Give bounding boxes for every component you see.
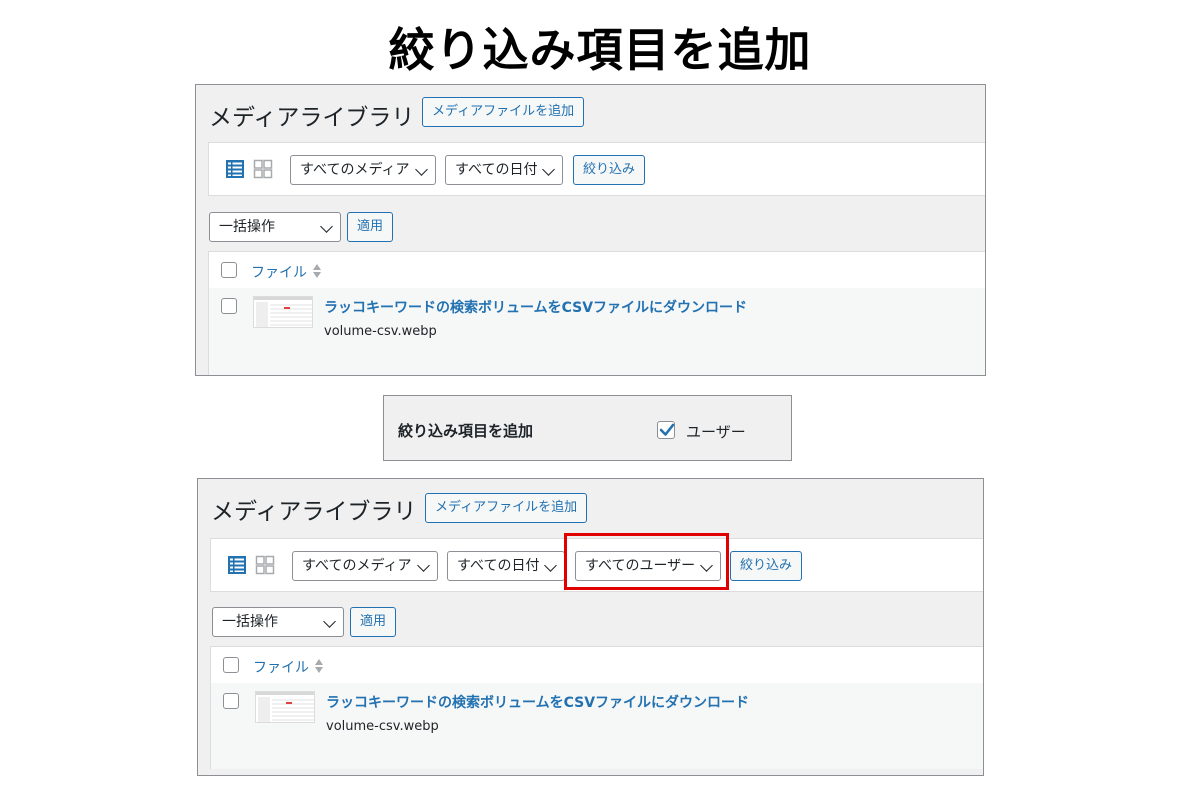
sort-icon[interactable]	[312, 263, 322, 279]
date-select-value: すべての日付	[455, 162, 538, 178]
media-library-before: メディアライブラリ メディアファイルを追加 すべてのメディア すべての日付 絞り…	[195, 84, 986, 376]
file-title-link[interactable]: ラッコキーワードの検索ボリュームをCSVファイルにダウンロード	[324, 297, 747, 317]
main-title: 絞り込み項目を追加	[388, 23, 812, 77]
file-name: volume-csv.webp	[326, 719, 439, 734]
bulk-action-select[interactable]: 一括操作	[209, 212, 341, 242]
chevron-down-icon	[417, 559, 430, 572]
media-type-select[interactable]: すべてのメディア	[290, 155, 436, 185]
grid-view-icon[interactable]	[255, 555, 275, 575]
user-checkbox[interactable]	[657, 421, 675, 439]
highlight-box	[564, 533, 729, 590]
table-header: ファイル	[208, 251, 985, 289]
add-media-button[interactable]: メディアファイルを追加	[425, 493, 588, 523]
table-row: ラッコキーワードの検索ボリュームをCSVファイルにダウンロード volume-c…	[210, 683, 983, 769]
bulk-action-select-value: 一括操作	[219, 219, 275, 235]
chevron-down-icon	[320, 220, 333, 233]
file-name: volume-csv.webp	[324, 324, 437, 339]
grid-view-icon[interactable]	[253, 159, 273, 179]
date-select[interactable]: すべての日付	[447, 551, 565, 581]
media-type-select-value: すべてのメディア	[300, 162, 410, 178]
media-type-select[interactable]: すべてのメディア	[292, 551, 438, 581]
row-checkbox[interactable]	[221, 298, 237, 314]
bulk-action-select-value: 一括操作	[222, 614, 278, 630]
checkmark-icon	[659, 423, 675, 436]
user-checkbox-label: ユーザー	[686, 423, 746, 441]
filter-button[interactable]: 絞り込み	[730, 551, 803, 581]
table-header: ファイル	[210, 646, 983, 684]
apply-button[interactable]: 適用	[350, 607, 397, 637]
add-media-button[interactable]: メディアファイルを追加	[422, 97, 585, 127]
file-title-link[interactable]: ラッコキーワードの検索ボリュームをCSVファイルにダウンロード	[326, 692, 749, 712]
date-select-value: すべての日付	[457, 558, 540, 574]
filter-button[interactable]: 絞り込み	[573, 155, 646, 185]
chevron-down-icon	[323, 615, 336, 628]
column-file[interactable]: ファイル	[251, 262, 307, 282]
select-all-checkbox[interactable]	[221, 262, 237, 278]
row-checkbox[interactable]	[223, 693, 239, 709]
sort-icon[interactable]	[314, 658, 324, 674]
list-view-icon[interactable]	[227, 555, 247, 575]
chevron-down-icon	[415, 163, 428, 176]
apply-button[interactable]: 適用	[347, 212, 394, 242]
filter-toolbar: すべてのメディア すべての日付 絞り込み	[208, 142, 985, 196]
media-type-select-value: すべてのメディア	[302, 558, 412, 574]
chevron-down-icon	[542, 163, 555, 176]
media-library-after: メディアライブラリ メディアファイルを追加 すべてのメディア すべての日付 すべ…	[197, 478, 984, 776]
filter-setting-box: 絞り込み項目を追加 ユーザー	[383, 395, 792, 461]
column-file[interactable]: ファイル	[253, 657, 309, 677]
select-all-checkbox[interactable]	[223, 657, 239, 673]
file-thumbnail[interactable]	[253, 296, 313, 328]
file-thumbnail[interactable]	[255, 691, 315, 723]
chevron-down-icon	[544, 559, 557, 572]
table-row: ラッコキーワードの検索ボリュームをCSVファイルにダウンロード volume-c…	[208, 288, 985, 375]
setting-label: 絞り込み項目を追加	[398, 422, 534, 440]
page-title: メディアライブラリ	[209, 105, 415, 131]
bulk-action-select[interactable]: 一括操作	[212, 607, 344, 637]
date-select[interactable]: すべての日付	[445, 155, 563, 185]
list-view-icon[interactable]	[225, 159, 245, 179]
page-title: メディアライブラリ	[211, 499, 417, 525]
